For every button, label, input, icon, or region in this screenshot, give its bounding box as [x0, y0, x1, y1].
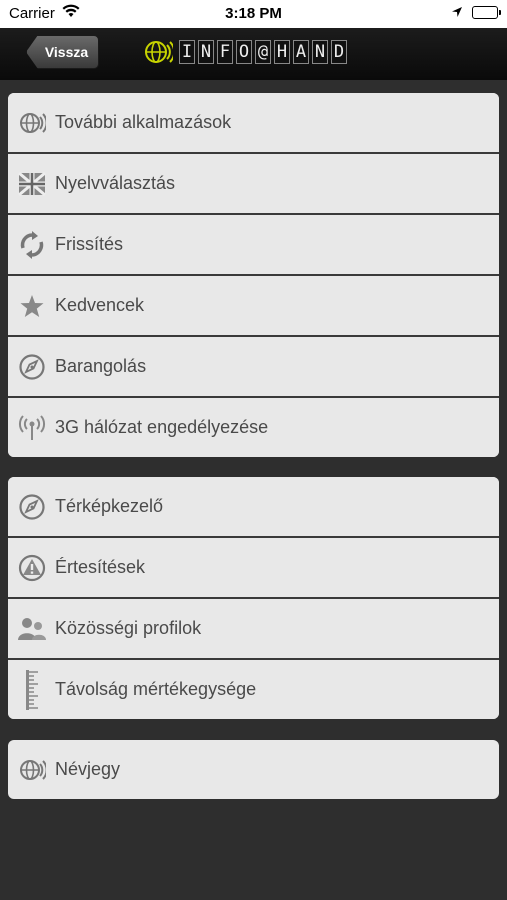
menu-item-label: Frissítés [55, 234, 124, 254]
back-button[interactable]: Vissza [26, 35, 99, 69]
menu-item-barangolas[interactable]: Barangolás [8, 337, 499, 398]
people-icon [17, 614, 47, 644]
menu-item-label: Névjegy [55, 759, 121, 779]
menu-item-label: Értesítések [55, 557, 146, 577]
logo-letter: @ [255, 40, 271, 64]
ruler-icon [17, 669, 47, 710]
menu-item-tavolsag-mertekegysege[interactable]: Távolság mértékegysége [8, 660, 499, 719]
app-logo: I N F O @ H A N D [143, 38, 347, 66]
settings-group-1: További alkalmazások Nyelvválasztás Frissí… [8, 93, 499, 457]
menu-item-label: Barangolás [55, 356, 147, 376]
clock: 3:18 PM [225, 5, 282, 22]
antenna-icon [17, 413, 47, 443]
logo-letter: I [179, 40, 195, 64]
menu-item-label: Térképkezelő [55, 496, 164, 516]
battery-icon [472, 6, 501, 19]
menu-item-kedvencek[interactable]: Kedvencek [8, 276, 499, 337]
menu-item-nyelvvalasztas[interactable]: Nyelvválasztás [8, 154, 499, 215]
star-icon [17, 291, 47, 321]
menu-item-label: Nyelvválasztás [55, 173, 176, 193]
compass-icon [17, 352, 47, 382]
menu-item-label: 3G hálózat engedélyezése [55, 417, 269, 437]
menu-item-3g-halozat-engedelyezese[interactable]: 3G hálózat engedélyezése [8, 398, 499, 457]
menu-item-kozossegi-profilok[interactable]: Közösségi profilok [8, 599, 499, 660]
menu-item-label: További alkalmazások [55, 112, 232, 132]
globe-signal-icon [17, 108, 47, 138]
menu-item-nevjegy[interactable]: Névjegy [8, 740, 499, 799]
logo-letter: F [217, 40, 233, 64]
refresh-icon [17, 230, 47, 260]
logo-globe-icon [145, 41, 173, 63]
globe-signal-icon [17, 755, 47, 785]
settings-group-2: Térképkezelő Értesítések Közösségi profilo… [8, 477, 499, 719]
logo-wordmark: I N F O @ H A N D [179, 40, 347, 64]
menu-item-ertesitesek[interactable]: Értesítések [8, 538, 499, 599]
menu-item-label: Távolság mértékegysége [55, 679, 257, 699]
logo-letter: A [293, 40, 309, 64]
menu-item-label: Kedvencek [55, 295, 145, 315]
logo-letter: H [274, 40, 290, 64]
logo-letter: N [312, 40, 328, 64]
warning-icon [17, 553, 47, 583]
menu-item-frissites[interactable]: Frissítés [8, 215, 499, 276]
menu-item-label: Közösségi profilok [55, 618, 202, 638]
menu-item-terkepkezelo[interactable]: Térképkezelő [8, 477, 499, 538]
logo-letter: D [331, 40, 347, 64]
uk-flag-icon [17, 169, 47, 199]
navigation-bar: Vissza I N F O @ H A N D [0, 28, 507, 80]
menu-item-tovabbi-alkalmazasok[interactable]: További alkalmazások [8, 93, 499, 154]
compass-icon [17, 492, 47, 522]
logo-letter: O [236, 40, 252, 64]
location-arrow-icon [451, 5, 463, 22]
logo-letter: N [198, 40, 214, 64]
status-bar: Carrier 3:18 PM [0, 0, 507, 28]
settings-group-3: Névjegy [8, 740, 499, 799]
